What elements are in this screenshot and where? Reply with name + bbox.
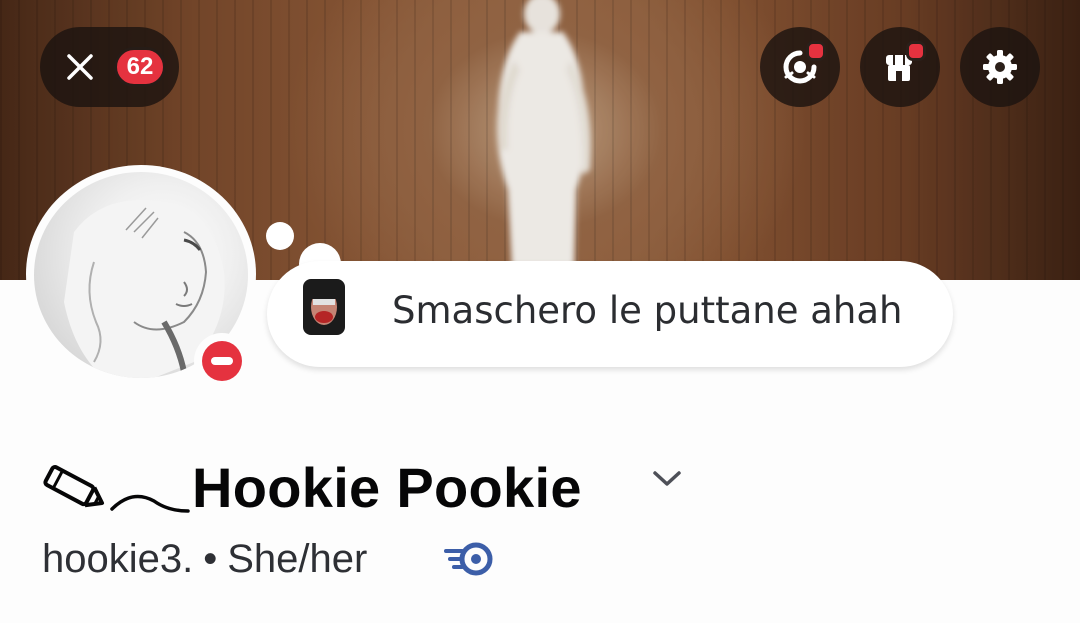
- gear-icon: [983, 50, 1017, 84]
- status-emoji: [303, 279, 345, 335]
- pronouns: She/her: [227, 537, 368, 581]
- custom-status-text: Smaschero le puttane ahah: [392, 289, 903, 332]
- quests-button[interactable]: [760, 27, 840, 107]
- username-row: hookie3. • She/her: [42, 537, 493, 582]
- status-indicator: [194, 333, 250, 389]
- profile-screen: 62 Smaschero le puttane ahah Hookie Pook…: [0, 0, 1080, 623]
- pencil-icon: [43, 465, 190, 513]
- shop-notification-dot: [906, 41, 926, 61]
- quests-notification-dot: [806, 41, 826, 61]
- close-button[interactable]: 62: [40, 27, 179, 107]
- separator-dot: •: [203, 537, 218, 581]
- notification-count-badge: 62: [114, 47, 166, 87]
- thought-dot-small: [266, 222, 294, 250]
- close-icon: [67, 54, 93, 80]
- username[interactable]: hookie3.: [42, 537, 193, 582]
- chevron-down-icon[interactable]: [652, 469, 682, 489]
- custom-status-bubble[interactable]: Smaschero le puttane ahah: [267, 261, 953, 367]
- settings-button[interactable]: [960, 27, 1040, 107]
- do-not-disturb-icon: [202, 341, 242, 381]
- display-name: Hookie Pookie: [192, 456, 582, 519]
- shop-button[interactable]: [860, 27, 940, 107]
- speed-badge-icon[interactable]: [444, 539, 496, 579]
